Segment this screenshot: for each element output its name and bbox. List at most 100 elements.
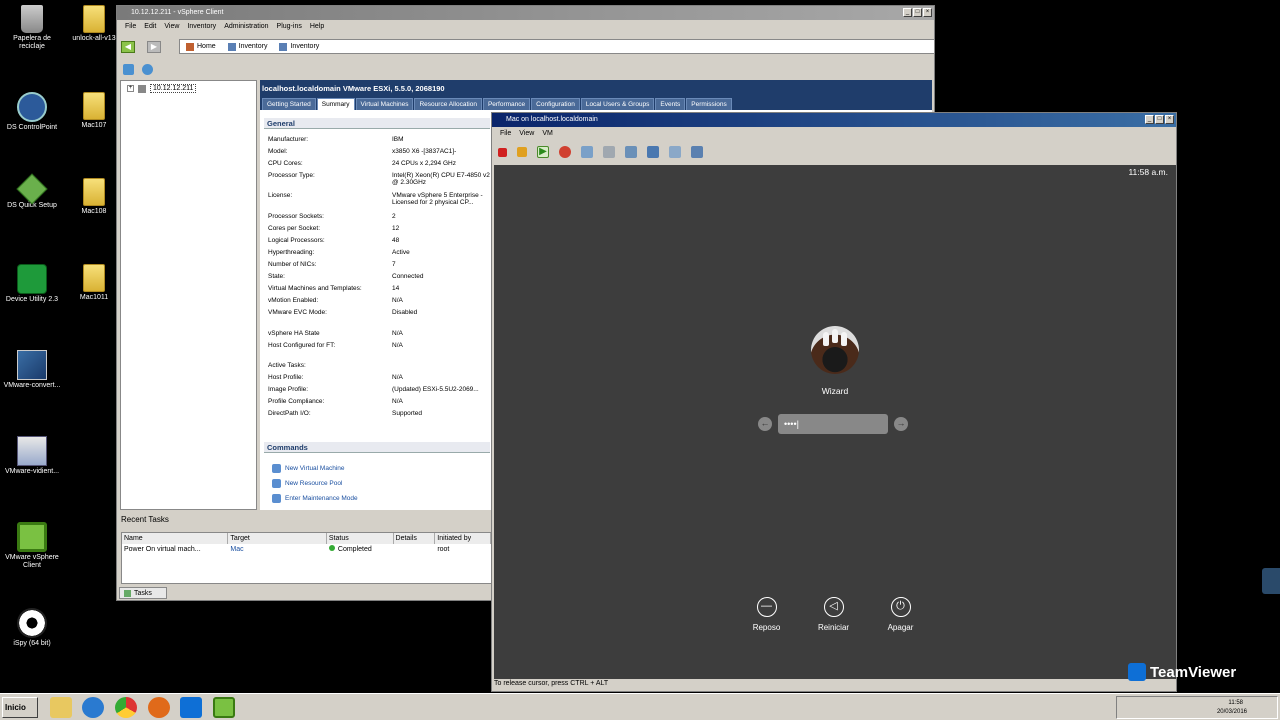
stop-icon[interactable] <box>498 147 507 157</box>
vsphere-client-icon <box>17 522 47 552</box>
taskbar-ie-icon[interactable] <box>82 697 104 718</box>
general-heading: General <box>264 118 490 129</box>
teamviewer-side-icon[interactable] <box>1262 568 1280 594</box>
desktop-icon-vsphere-client[interactable]: VMware vSphere Client <box>0 522 64 570</box>
column-header[interactable]: Status <box>326 533 394 544</box>
back-button[interactable]: ◀ <box>121 41 135 53</box>
tray-date[interactable]: 20/03/2016 <box>1217 709 1247 715</box>
new-virtual-machine-link[interactable]: New Virtual Machine <box>272 464 345 473</box>
vm-menubar: File View VM <box>492 127 1176 140</box>
tray-time[interactable]: 11:58 <box>1228 700 1243 706</box>
refresh-icon[interactable] <box>142 64 153 75</box>
connect-device-icon[interactable] <box>691 146 703 158</box>
desktop-icon-vmware-vidient[interactable]: VMware-vidient... <box>0 436 64 476</box>
tab-permissions[interactable]: Permissions <box>686 98 732 110</box>
settings-icon[interactable] <box>669 146 681 158</box>
task-initiated-by: root <box>437 546 450 553</box>
tab-events[interactable]: Events <box>655 98 686 110</box>
menu-plugins[interactable]: Plug-ins <box>277 20 302 34</box>
recent-tasks-title: Recent Tasks <box>121 515 169 524</box>
column-header[interactable]: Name <box>122 533 229 544</box>
breadcrumb-home[interactable]: Home <box>186 40 216 53</box>
taskbar-explorer-icon[interactable] <box>50 697 72 718</box>
add-host-icon[interactable] <box>123 64 134 75</box>
navigation-bar: ◀ ▶ Home Inventory Inventory <box>121 38 935 56</box>
tab-performance[interactable]: Performance <box>482 98 531 110</box>
enter-maintenance-mode-link[interactable]: Enter Maintenance Mode <box>272 494 358 503</box>
vsphere-titlebar[interactable]: 10.12.12.211 - vSphere Client _ □ × <box>117 6 934 20</box>
desktop-icon-ds-quick-setup[interactable]: DS Quick Setup <box>0 173 64 210</box>
taskbar-vsphere-icon[interactable] <box>213 697 235 718</box>
desktop-icon-ds-controlpoint[interactable]: DS ControlPoint <box>0 92 64 132</box>
table-row[interactable]: Power On virtual mach... Mac Completed r… <box>122 544 491 555</box>
desktop-icon-ispy[interactable]: iSpy (64 bit) <box>0 608 64 648</box>
password-field[interactable]: ••••| <box>778 414 888 434</box>
resource-pool-icon <box>272 479 281 488</box>
back-arrow-icon[interactable]: ← <box>758 417 772 431</box>
menu-view[interactable]: View <box>519 127 534 140</box>
column-header[interactable]: Details <box>393 533 436 544</box>
breadcrumb-inventory[interactable]: Inventory <box>227 40 267 53</box>
snapshot-manager-icon[interactable] <box>625 146 637 158</box>
tasks-tab[interactable]: Tasks <box>119 587 167 599</box>
vm-screen[interactable]: 11:58 a.m. Wizard ← ••••| → — Reposo ◁ R… <box>494 165 1176 679</box>
menu-help[interactable]: Help <box>310 20 324 34</box>
vm-titlebar[interactable]: Mac on localhost.localdomain _ □ × <box>492 113 1176 127</box>
tree-node-host[interactable]: + 10.12.12.211 <box>127 84 197 93</box>
property-row: State: Connected <box>268 273 424 280</box>
revert-icon[interactable] <box>603 146 615 158</box>
close-button[interactable]: × <box>923 8 932 17</box>
menu-vm[interactable]: VM <box>542 127 553 140</box>
tab-virtual-machines[interactable]: Virtual Machines <box>355 98 414 110</box>
tab-getting-started[interactable]: Getting Started <box>262 98 316 110</box>
task-name: Power On virtual mach... <box>124 546 201 553</box>
menu-file[interactable]: File <box>125 20 136 34</box>
desktop-icon-vmware-converter[interactable]: VMware-convert... <box>0 350 64 390</box>
desktop-icon-recycle-bin[interactable]: Papelera de reciclaje <box>0 5 64 51</box>
taskbar-teamviewer-icon[interactable] <box>180 697 202 718</box>
pause-icon[interactable] <box>517 147 527 157</box>
desktop-icon-device-utility[interactable]: Device Utility 2.3 <box>0 264 64 304</box>
menu-inventory[interactable]: Inventory <box>187 20 216 34</box>
tab-resource-allocation[interactable]: Resource Allocation <box>414 98 482 110</box>
commands-heading: Commands <box>264 442 490 453</box>
vsphere-menubar: File Edit View Inventory Administration … <box>117 20 934 34</box>
play-icon[interactable]: ▶ <box>537 146 549 158</box>
close-button[interactable]: × <box>1165 115 1174 124</box>
new-resource-pool-link[interactable]: New Resource Pool <box>272 479 342 488</box>
menu-file[interactable]: File <box>500 127 511 140</box>
console-icon[interactable] <box>647 146 659 158</box>
folder-icon <box>83 264 105 292</box>
property-row: Image Profile: (Updated) ESXi-5.5U2-2069.… <box>268 386 479 393</box>
task-target[interactable]: Mac <box>228 544 326 555</box>
column-header[interactable]: Initiated by <box>435 533 491 544</box>
tab-local-users[interactable]: Local Users & Groups <box>580 98 655 110</box>
taskbar-firefox-icon[interactable] <box>148 697 170 718</box>
breadcrumb-inventory-2[interactable]: Inventory <box>279 40 319 53</box>
column-header[interactable]: Target <box>228 533 327 544</box>
system-tray: 11:58 20/03/2016 <box>1116 696 1278 719</box>
inventory-icon <box>279 42 288 51</box>
expand-icon[interactable]: + <box>127 85 134 92</box>
maximize-button[interactable]: □ <box>913 8 922 17</box>
forward-button[interactable]: ▶ <box>147 41 161 53</box>
submit-arrow-icon[interactable]: → <box>894 417 908 431</box>
start-button[interactable]: Inicio <box>2 697 38 718</box>
sleep-button[interactable]: — Reposo <box>744 597 789 632</box>
user-avatar[interactable] <box>811 326 859 374</box>
restart-button[interactable]: ◁ Reiniciar <box>811 597 856 632</box>
menu-view[interactable]: View <box>164 20 179 34</box>
window-title: 10.12.12.211 - vSphere Client <box>131 9 224 16</box>
tab-summary[interactable]: Summary <box>316 98 355 110</box>
tab-configuration[interactable]: Configuration <box>531 98 580 110</box>
taskbar-chrome-icon[interactable] <box>115 697 137 718</box>
snapshot-icon[interactable] <box>581 146 593 158</box>
minimize-button[interactable]: _ <box>903 8 912 17</box>
maximize-button[interactable]: □ <box>1155 115 1164 124</box>
menu-administration[interactable]: Administration <box>224 20 268 34</box>
minimize-button[interactable]: _ <box>1145 115 1154 124</box>
shutdown-button[interactable]: ⏻ Apagar <box>878 597 923 632</box>
desktop: Papelera de reciclaje unlock-all-v13 DS … <box>0 0 1280 720</box>
reset-icon[interactable] <box>559 146 571 158</box>
menu-edit[interactable]: Edit <box>144 20 156 34</box>
